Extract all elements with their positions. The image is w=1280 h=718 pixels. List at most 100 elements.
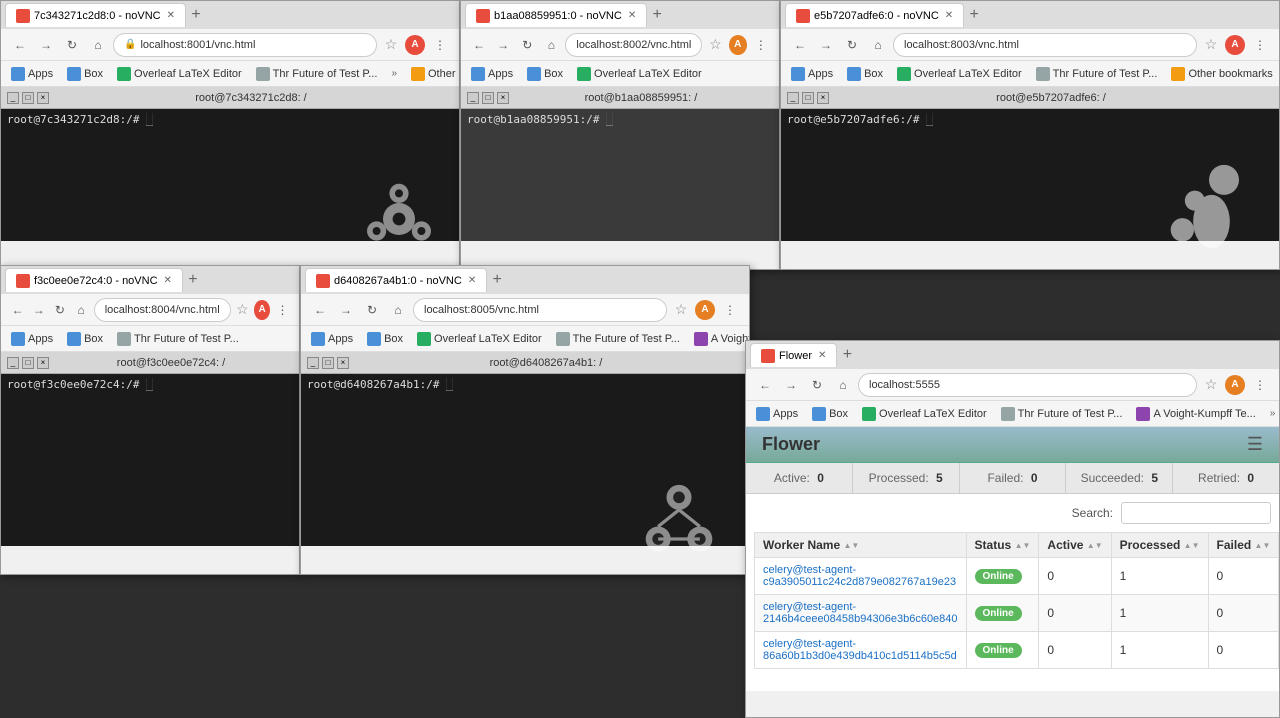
tab-close-5[interactable]: ✕: [468, 275, 476, 286]
bm-box-2[interactable]: Box: [523, 65, 567, 83]
win-btn-close-1[interactable]: ×: [37, 92, 49, 104]
win-btn-close-2[interactable]: ×: [497, 92, 509, 104]
address-bar-4[interactable]: localhost:8004/vnc.html: [94, 298, 231, 322]
win-btn-max-1[interactable]: □: [22, 92, 34, 104]
back-btn-3[interactable]: ←: [789, 34, 811, 56]
flower-cell-worker-1[interactable]: celery@test-agent-2146b4ceee08458b94306e…: [755, 595, 967, 632]
flower-menu-btn[interactable]: ⋮: [1249, 374, 1271, 396]
win-btn-max-5[interactable]: □: [322, 357, 334, 369]
tab-4-active[interactable]: f3c0ee0e72c4:0 - noVNC ✕: [5, 268, 183, 292]
bm-box-5[interactable]: Box: [363, 330, 407, 348]
bm-apps-4[interactable]: Apps: [7, 330, 57, 348]
win-btn-max-3[interactable]: □: [802, 92, 814, 104]
flower-more-bm[interactable]: »: [1266, 406, 1279, 421]
flower-reload-btn[interactable]: ↻: [806, 374, 828, 396]
bm-future-3[interactable]: Thr Future of Test P...: [1032, 65, 1162, 83]
tab-close-2[interactable]: ✕: [628, 10, 636, 21]
flower-bm-box[interactable]: Box: [808, 405, 852, 423]
star-btn-3[interactable]: ☆: [1201, 35, 1221, 55]
flower-th-status[interactable]: Status ▲▼: [966, 533, 1039, 558]
star-btn-5[interactable]: ☆: [671, 300, 691, 320]
bm-future-1[interactable]: Thr Future of Test P...: [252, 65, 382, 83]
menu-btn-1[interactable]: ⋮: [429, 34, 451, 56]
tab-5-active[interactable]: d6408267a4b1:0 - noVNC ✕: [305, 268, 487, 292]
bm-overleaf-3[interactable]: Overleaf LaTeX Editor: [893, 65, 1026, 83]
new-tab-btn-4[interactable]: +: [183, 270, 203, 290]
win-btn-min-2[interactable]: _: [467, 92, 479, 104]
tab-2-active[interactable]: b1aa08859951:0 - noVNC ✕: [465, 3, 647, 27]
flower-th-failed[interactable]: Failed ▲▼: [1208, 533, 1279, 558]
forward-btn-5[interactable]: →: [335, 299, 357, 321]
back-btn-5[interactable]: ←: [309, 299, 331, 321]
win-btn-close-3[interactable]: ×: [817, 92, 829, 104]
more-bm-1[interactable]: »: [387, 66, 401, 81]
bm-other-3[interactable]: Other bookmarks: [1167, 65, 1276, 83]
win-btn-min-3[interactable]: _: [787, 92, 799, 104]
back-btn-1[interactable]: ←: [9, 34, 31, 56]
tab-3-active[interactable]: e5b7207adfe6:0 - noVNC ✕: [785, 3, 964, 27]
menu-btn-2[interactable]: ⋮: [751, 34, 771, 56]
win-btn-min-4[interactable]: _: [7, 357, 19, 369]
flower-cell-worker-0[interactable]: celery@test-agent-c9a3905011c24c2d879e08…: [755, 558, 967, 595]
address-bar-3[interactable]: localhost:8003/vnc.html: [893, 33, 1197, 57]
address-bar-1[interactable]: 🔒 localhost:8001/vnc.html: [113, 33, 377, 57]
win-btn-close-5[interactable]: ×: [337, 357, 349, 369]
bm-box-4[interactable]: Box: [63, 330, 107, 348]
forward-btn-4[interactable]: →: [30, 299, 47, 321]
flower-back-btn[interactable]: ←: [754, 374, 776, 396]
forward-btn-1[interactable]: →: [35, 34, 57, 56]
bm-future-5[interactable]: The Future of Test P...: [552, 330, 684, 348]
bm-apps-5[interactable]: Apps: [307, 330, 357, 348]
tab-close-1[interactable]: ✕: [167, 10, 175, 21]
win-btn-max-4[interactable]: □: [22, 357, 34, 369]
tab-close-3[interactable]: ✕: [945, 10, 953, 21]
reload-btn-4[interactable]: ↻: [51, 299, 68, 321]
win-btn-max-2[interactable]: □: [482, 92, 494, 104]
flower-hamburger-icon[interactable]: ☰: [1247, 434, 1263, 455]
flower-th-worker-name[interactable]: Worker Name ▲▼: [755, 533, 967, 558]
bm-other-1[interactable]: Other bookmarks: [407, 65, 459, 83]
flower-bm-voigt[interactable]: A Voight-Kumpff Te...: [1132, 405, 1259, 423]
reload-btn-1[interactable]: ↻: [61, 34, 83, 56]
bm-box-3[interactable]: Box: [843, 65, 887, 83]
home-btn-4[interactable]: ⌂: [73, 299, 90, 321]
address-bar-5[interactable]: localhost:8005/vnc.html: [413, 298, 667, 322]
bm-apps-1[interactable]: Apps: [7, 65, 57, 83]
bm-apps-2[interactable]: Apps: [467, 65, 517, 83]
win-btn-min-1[interactable]: _: [7, 92, 19, 104]
menu-btn-5[interactable]: ⋮: [719, 299, 741, 321]
flower-th-processed[interactable]: Processed ▲▼: [1111, 533, 1208, 558]
new-tab-btn-1[interactable]: +: [186, 5, 206, 25]
flower-bm-apps[interactable]: Apps: [752, 405, 802, 423]
flower-new-tab-btn[interactable]: +: [837, 345, 857, 365]
tab-close-4[interactable]: ✕: [164, 275, 172, 286]
home-btn-1[interactable]: ⌂: [87, 34, 109, 56]
win-btn-close-4[interactable]: ×: [37, 357, 49, 369]
bm-overleaf-2[interactable]: Overleaf LaTeX Editor: [573, 65, 706, 83]
win-btn-min-5[interactable]: _: [307, 357, 319, 369]
bm-apps-3[interactable]: Apps: [787, 65, 837, 83]
bm-overleaf-5[interactable]: Overleaf LaTeX Editor: [413, 330, 546, 348]
star-btn-1[interactable]: ☆: [381, 35, 401, 55]
flower-bm-future[interactable]: Thr Future of Test P...: [997, 405, 1127, 423]
flower-home-btn[interactable]: ⌂: [832, 374, 854, 396]
flower-tab-active[interactable]: Flower ✕: [750, 343, 837, 367]
flower-forward-btn[interactable]: →: [780, 374, 802, 396]
address-bar-2[interactable]: localhost:8002/vnc.html: [565, 33, 702, 57]
home-btn-5[interactable]: ⌂: [387, 299, 409, 321]
back-btn-4[interactable]: ←: [9, 299, 26, 321]
bm-overleaf-1[interactable]: Overleaf LaTeX Editor: [113, 65, 246, 83]
flower-th-active[interactable]: Active ▲▼: [1039, 533, 1111, 558]
bm-voigt-5[interactable]: A Voight-Kumpff Te...: [690, 330, 749, 348]
bm-box-1[interactable]: Box: [63, 65, 107, 83]
flower-bm-overleaf[interactable]: Overleaf LaTeX Editor: [858, 405, 991, 423]
reload-btn-2[interactable]: ↻: [517, 34, 537, 56]
new-tab-btn-2[interactable]: +: [647, 5, 667, 25]
flower-tab-close[interactable]: ✕: [818, 350, 826, 361]
reload-btn-5[interactable]: ↻: [361, 299, 383, 321]
flower-star-btn[interactable]: ☆: [1201, 375, 1221, 395]
forward-btn-2[interactable]: →: [493, 34, 513, 56]
back-btn-2[interactable]: ←: [469, 34, 489, 56]
home-btn-3[interactable]: ⌂: [867, 34, 889, 56]
flower-cell-worker-2[interactable]: celery@test-agent-86a60b1b3d0e439db410c1…: [755, 632, 967, 669]
